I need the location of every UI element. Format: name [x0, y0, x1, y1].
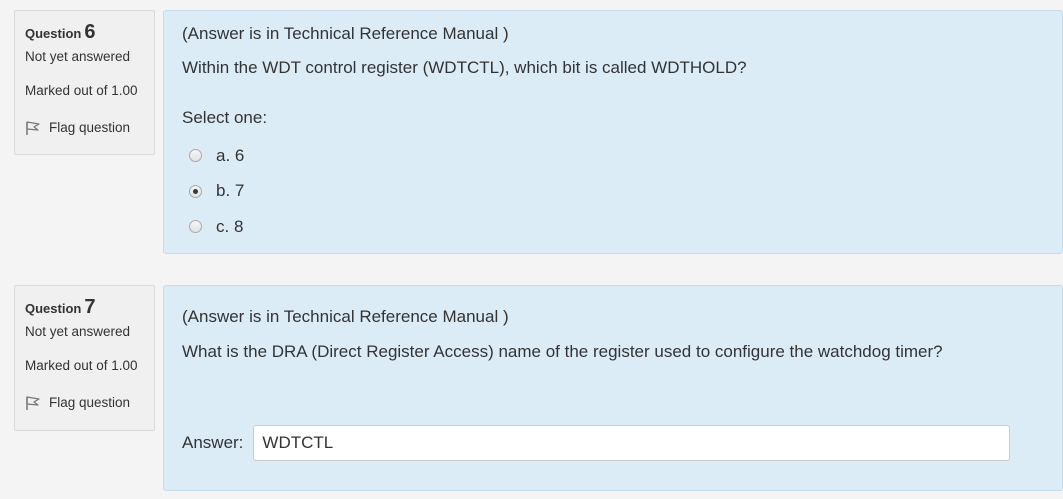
- question-content: (Answer is in Technical Reference Manual…: [163, 10, 1063, 254]
- radio-icon[interactable]: [189, 184, 202, 198]
- answer-options: a. 6 b. 7 c. 8: [189, 138, 244, 245]
- option-label: a. 6: [216, 145, 245, 165]
- question-grade: Marked out of 1.00: [25, 83, 138, 98]
- question-number: 6: [84, 21, 96, 43]
- question-state: Not yet answered: [25, 324, 131, 339]
- question-note: (Answer is in Technical Reference Manual…: [182, 24, 509, 43]
- answer-row: Answer:: [182, 425, 1011, 461]
- question-content: (Answer is in Technical Reference Manual…: [163, 285, 1063, 491]
- select-one-prompt: Select one:: [182, 108, 268, 127]
- question-number-line: Question 6: [25, 19, 154, 45]
- question-number: 7: [84, 296, 96, 318]
- question-info-panel: Question 7 Not yet answered Marked out of…: [14, 285, 155, 431]
- radio-icon[interactable]: [189, 149, 202, 163]
- answer-label: Answer:: [182, 433, 244, 452]
- option-a[interactable]: a. 6: [189, 138, 244, 174]
- question-label: Question: [25, 26, 82, 41]
- question-label: Question: [25, 301, 82, 316]
- flag-question-link[interactable]: Flag question: [25, 117, 154, 137]
- option-b[interactable]: b. 7: [189, 174, 244, 210]
- option-label: c. 8: [216, 216, 244, 236]
- question-info-panel: Question 6 Not yet answered Marked out of…: [14, 10, 155, 155]
- flag-question-label: Flag question: [49, 394, 131, 410]
- answer-input[interactable]: [253, 425, 1011, 461]
- flag-icon: [26, 121, 40, 135]
- option-c[interactable]: c. 8: [189, 209, 244, 245]
- flag-question-label: Flag question: [49, 119, 131, 135]
- question-text: What is the DRA (Direct Register Access)…: [182, 342, 943, 361]
- radio-icon[interactable]: [189, 220, 202, 234]
- flag-question-link[interactable]: Flag question: [25, 392, 154, 412]
- question-grade: Marked out of 1.00: [25, 358, 138, 373]
- option-label: b. 7: [216, 181, 245, 201]
- question-text: Within the WDT control register (WDTCTL)…: [182, 58, 747, 77]
- question-state: Not yet answered: [25, 49, 131, 64]
- question-note: (Answer is in Technical Reference Manual…: [182, 307, 509, 326]
- question-number-line: Question 7: [25, 294, 154, 320]
- flag-icon: [26, 396, 40, 410]
